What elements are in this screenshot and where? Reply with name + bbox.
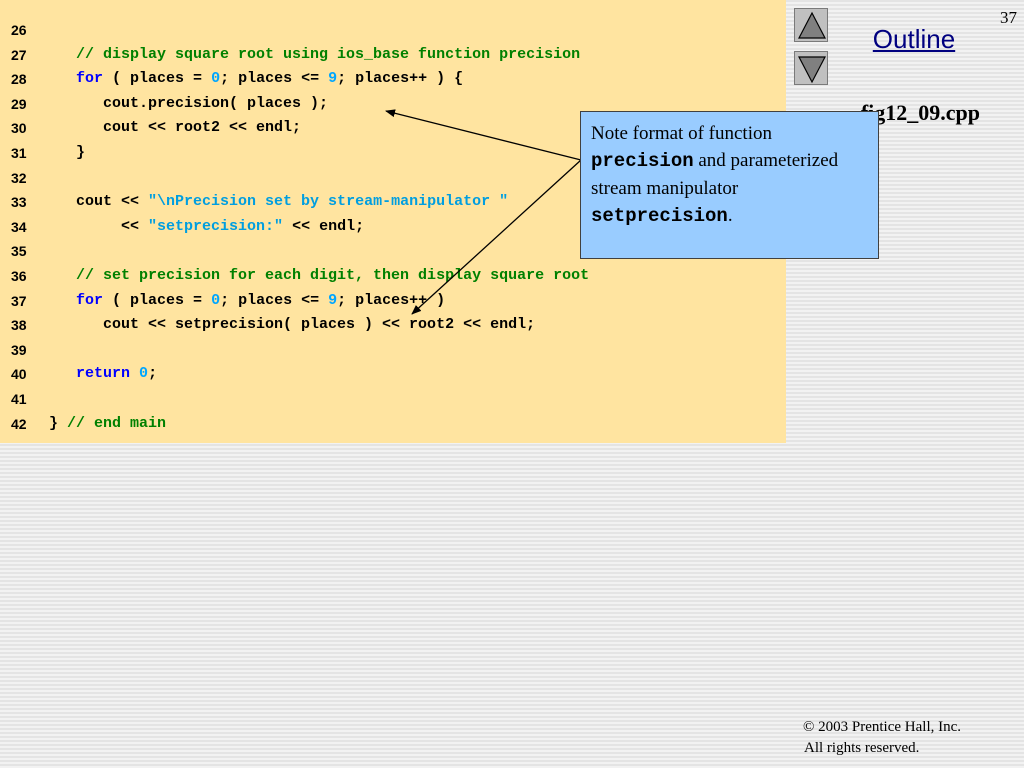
callout-code-setprecision: setprecision xyxy=(591,205,728,227)
arrow-to-precision-call xyxy=(385,109,582,161)
copyright-line-2: All rights reserved. xyxy=(804,740,920,756)
callout-text-3: . xyxy=(727,205,733,226)
callout-code-precision: precision xyxy=(591,150,694,172)
callout-text-1: Note format of function xyxy=(591,123,772,144)
arrow-to-setprecision-call xyxy=(411,159,582,315)
copyright-line-1: © 2003 Prentice Hall, Inc. xyxy=(803,719,962,735)
copyright-notice: © 2003 Prentice Hall, Inc. All rights re… xyxy=(803,717,1013,759)
note-callout: Note format of function precision and pa… xyxy=(580,111,879,259)
